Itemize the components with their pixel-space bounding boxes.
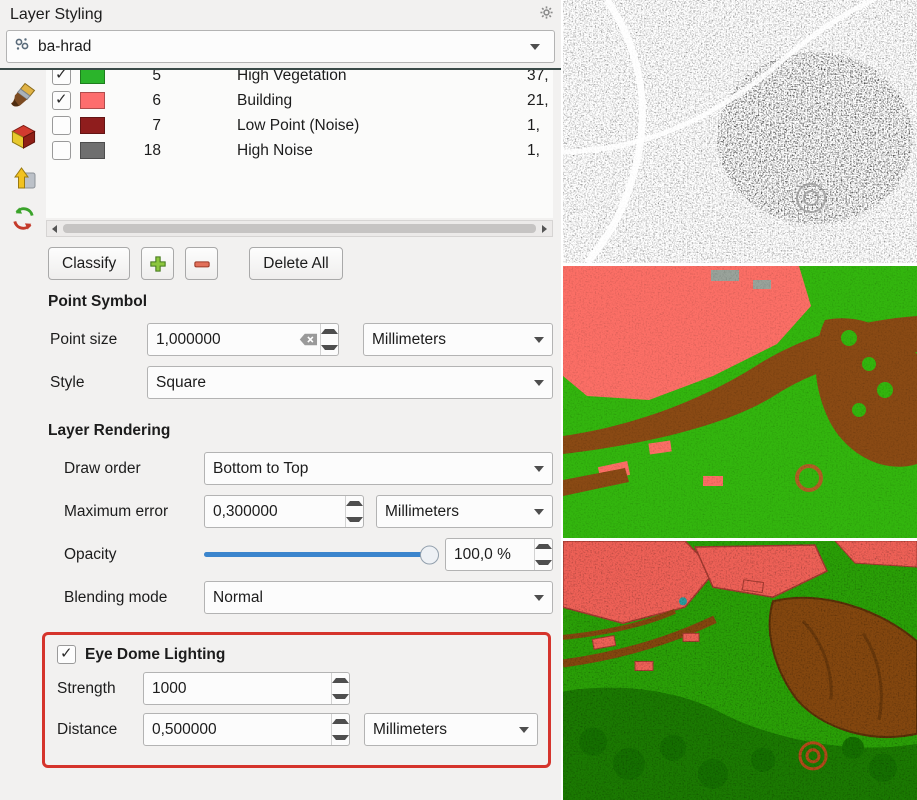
delete-all-button[interactable]: Delete All: [249, 247, 342, 280]
table-row[interactable]: 6 Building 21,: [46, 88, 553, 113]
layer-rendering-heading: Layer Rendering: [48, 422, 553, 440]
class-color-swatch[interactable]: [80, 70, 105, 84]
chevron-down-icon: [526, 453, 552, 484]
class-visibility-checkbox[interactable]: [52, 70, 71, 85]
add-class-button[interactable]: [141, 247, 174, 280]
class-label: Low Point (Noise): [237, 117, 527, 135]
chevron-down-icon: [526, 496, 552, 527]
opacity-label: Opacity: [64, 546, 204, 564]
class-value: 7: [105, 117, 161, 135]
table-row[interactable]: 18 High Noise 1,: [46, 138, 553, 163]
preview-point-cloud-grayscale: [563, 0, 917, 263]
spinner-up-icon[interactable]: [321, 324, 338, 340]
distance-unit-select[interactable]: Millimeters: [364, 713, 538, 746]
opacity-slider[interactable]: [204, 539, 431, 570]
table-horizontal-scrollbar[interactable]: [46, 220, 553, 237]
spinner-up-icon[interactable]: [332, 714, 349, 730]
spinner-down-icon[interactable]: [321, 340, 338, 356]
class-visibility-checkbox[interactable]: [52, 141, 71, 160]
table-row[interactable]: 7 Low Point (Noise) 1,: [46, 113, 553, 138]
class-label: High Vegetation: [237, 70, 527, 85]
eye-dome-lighting-checkbox[interactable]: [57, 645, 76, 664]
eye-dome-lighting-annotation-box: Eye Dome Lighting Strength 1000: [42, 632, 551, 768]
class-visibility-checkbox[interactable]: [52, 91, 71, 110]
eye-dome-lighting-heading: Eye Dome Lighting: [85, 646, 225, 664]
table-row[interactable]: 5 High Vegetation 37,: [46, 70, 553, 88]
distance-label: Distance: [57, 721, 143, 739]
spinner-down-icon[interactable]: [346, 512, 363, 528]
3d-view-icon[interactable]: [8, 121, 38, 151]
class-point-count: 21,: [527, 92, 553, 110]
point-size-label: Point size: [50, 331, 147, 349]
class-visibility-checkbox[interactable]: [52, 116, 71, 135]
panel-title: Layer Styling: [10, 6, 103, 24]
maximum-error-input[interactable]: 0,300000: [204, 495, 364, 528]
draw-order-select[interactable]: Bottom to Top: [204, 452, 553, 485]
symbology-brush-icon[interactable]: [8, 80, 38, 110]
styling-tabs-strip: [0, 70, 46, 800]
scroll-left-icon[interactable]: [47, 221, 62, 236]
chevron-down-icon: [526, 324, 552, 355]
class-point-count: 1,: [527, 142, 553, 160]
panel-options-icon[interactable]: [540, 6, 553, 24]
draw-order-label: Draw order: [64, 460, 204, 478]
chevron-down-icon: [522, 31, 548, 62]
history-icon[interactable]: [8, 203, 38, 233]
point-size-unit-select[interactable]: Millimeters: [363, 323, 553, 356]
class-value: 6: [105, 92, 161, 110]
clear-field-icon[interactable]: [296, 333, 320, 346]
opacity-input[interactable]: 100,0 %: [445, 538, 553, 571]
preview-classified-flat: [563, 266, 917, 538]
spinner-down-icon[interactable]: [535, 555, 552, 571]
strength-input[interactable]: 1000: [143, 672, 350, 705]
class-color-swatch[interactable]: [80, 142, 105, 159]
chevron-down-icon: [526, 582, 552, 613]
panel-titlebar: Layer Styling: [0, 0, 561, 30]
style-select[interactable]: Square: [147, 366, 553, 399]
class-point-count: 37,: [527, 70, 553, 85]
classify-button[interactable]: Classify: [48, 247, 130, 280]
qgis-window: Layer Styling: [0, 0, 917, 800]
spinner-down-icon[interactable]: [332, 689, 349, 705]
class-label: Building: [237, 92, 527, 110]
point-symbol-heading: Point Symbol: [48, 293, 553, 311]
style-label: Style: [50, 374, 147, 392]
blending-mode-select[interactable]: Normal: [204, 581, 553, 614]
chevron-down-icon: [526, 367, 552, 398]
slider-handle[interactable]: [420, 545, 439, 564]
spinner-up-icon[interactable]: [535, 539, 552, 555]
blending-mode-label: Blending mode: [64, 589, 204, 607]
map-previews-column: [561, 0, 917, 800]
layer-selector[interactable]: ba-hrad: [6, 30, 555, 63]
classification-table[interactable]: 5 High Vegetation 37, 6 Building 21,: [46, 70, 553, 218]
class-value: 18: [105, 142, 161, 160]
plus-icon: [148, 254, 168, 274]
class-label: High Noise: [237, 142, 527, 160]
maximum-error-label: Maximum error: [64, 503, 204, 521]
spinner-up-icon[interactable]: [346, 496, 363, 512]
layer-selector-value: ba-hrad: [38, 38, 514, 56]
distance-input[interactable]: 0,500000: [143, 713, 350, 746]
layer-selector-row: ba-hrad: [0, 30, 561, 70]
strength-label: Strength: [57, 680, 143, 698]
minus-icon: [192, 254, 212, 274]
layer-styling-panel: Layer Styling: [0, 0, 561, 800]
preview-classified-eye-dome: [563, 541, 917, 800]
class-point-count: 1,: [527, 117, 553, 135]
spinner-up-icon[interactable]: [332, 673, 349, 689]
maximum-error-unit-select[interactable]: Millimeters: [376, 495, 553, 528]
class-value: 5: [105, 70, 161, 85]
remove-class-button[interactable]: [185, 247, 218, 280]
point-cloud-layer-icon: [14, 36, 30, 57]
scrollbar-thumb[interactable]: [63, 224, 536, 233]
chevron-down-icon: [511, 714, 537, 745]
class-color-swatch[interactable]: [80, 117, 105, 134]
point-size-input[interactable]: 1,000000: [147, 323, 339, 356]
spinner-down-icon[interactable]: [332, 730, 349, 746]
raise-to-top-icon[interactable]: [8, 162, 38, 192]
class-color-swatch[interactable]: [80, 92, 105, 109]
scroll-right-icon[interactable]: [537, 221, 552, 236]
